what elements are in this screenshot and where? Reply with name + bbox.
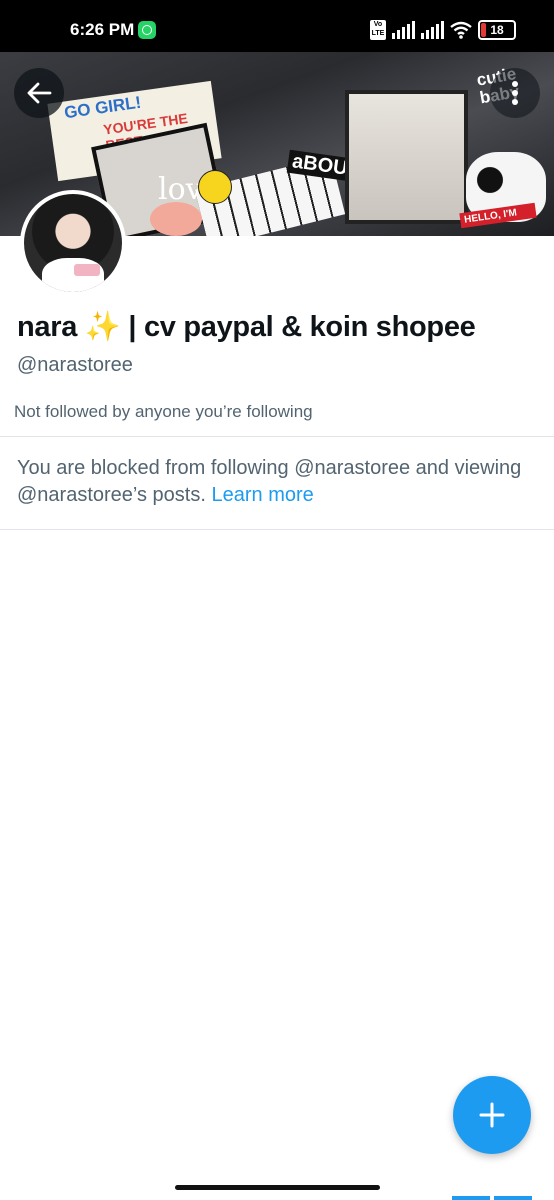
signal-icon [421,21,444,39]
whatsapp-icon [138,21,156,39]
bottom-bar-edge [494,1196,532,1200]
back-button[interactable] [14,68,64,118]
plus-icon [479,1102,505,1128]
avatar[interactable] [20,190,126,296]
heart-candy-sticker [150,202,202,236]
more-vertical-icon [512,81,518,105]
home-indicator[interactable] [175,1185,380,1190]
wifi-icon [450,21,472,39]
status-icons: Vo LTE 18 [370,20,516,40]
battery-icon: 18 [478,20,516,40]
avatar-tag [74,264,100,276]
volte-icon: Vo LTE [370,20,386,40]
compose-button[interactable] [453,1076,531,1154]
bottom-bar-edge [452,1196,490,1200]
followed-by-text: Not followed by anyone you’re following [14,402,313,421]
banner-photo-right [345,90,468,224]
learn-more-link[interactable]: Learn more [211,484,313,506]
more-options-button[interactable] [490,68,540,118]
arrow-left-icon [27,82,52,104]
divider [0,529,554,530]
status-bar: 6:26 PM Vo LTE 18 [0,0,554,52]
user-handle: @narastoree [17,354,133,376]
divider [0,436,554,437]
display-name: nara ✨ | cv paypal & koin shopee [17,311,476,343]
blocked-notice: You are blocked from following @narastor… [17,455,537,509]
smiley-sticker [198,170,232,204]
status-time: 6:26 PM [70,20,135,39]
battery-level: 18 [490,23,504,37]
signal-icon [392,21,415,39]
